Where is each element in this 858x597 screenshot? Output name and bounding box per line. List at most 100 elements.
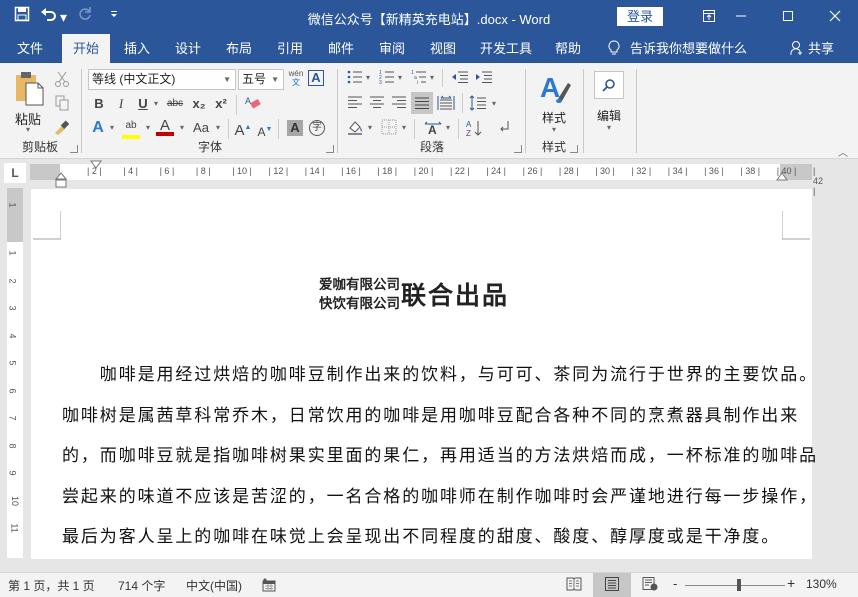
change-case-button[interactable]: Aa bbox=[190, 119, 212, 137]
increase-indent-icon[interactable] bbox=[474, 69, 494, 87]
ruler-number: 6 bbox=[7, 387, 18, 394]
format-painter-icon[interactable] bbox=[54, 119, 70, 137]
zoom-level[interactable]: 130% bbox=[806, 577, 837, 591]
text-effects-dropdown[interactable]: ▾ bbox=[108, 119, 116, 137]
paste-button[interactable]: 粘贴 ▾ bbox=[10, 69, 46, 134]
macro-recording-icon[interactable] bbox=[262, 578, 276, 595]
underline-button[interactable]: U bbox=[136, 95, 150, 113]
grow-font-button[interactable]: A▲ bbox=[234, 119, 252, 139]
body-paragraph: 咖啡是用经过烘焙的咖啡豆制作出来的饮料，与可可、茶同为流行于世界的主要饮品。 咖… bbox=[62, 355, 816, 558]
phonetic-guide-icon[interactable]: wén 文 bbox=[288, 69, 304, 87]
borders-dropdown[interactable]: ▾ bbox=[400, 119, 408, 137]
tab-design[interactable]: 设计 bbox=[164, 34, 212, 63]
highlight-label: ab bbox=[125, 120, 137, 131]
tab-file[interactable]: 文件 bbox=[6, 34, 54, 63]
decrease-indent-icon[interactable] bbox=[450, 69, 470, 87]
multilevel-list-icon[interactable]: 1ai bbox=[410, 69, 428, 87]
word-count[interactable]: 714 个字 bbox=[118, 577, 165, 594]
align-left-icon[interactable] bbox=[346, 95, 364, 113]
underline-dropdown[interactable]: ▾ bbox=[152, 95, 160, 113]
bold-button[interactable]: B bbox=[92, 95, 106, 113]
superscript-button[interactable]: x² bbox=[212, 95, 230, 113]
zoom-in-button[interactable]: + bbox=[787, 575, 795, 591]
clipboard-dialog-launcher[interactable] bbox=[70, 145, 78, 153]
shading-dropdown[interactable]: ▾ bbox=[366, 119, 374, 137]
login-button[interactable]: 登录 bbox=[617, 7, 663, 26]
shrink-font-button[interactable]: A▼ bbox=[256, 121, 274, 139]
highlight-dropdown[interactable]: ▾ bbox=[144, 119, 152, 137]
hanging-indent-marker[interactable] bbox=[55, 172, 67, 190]
tab-developer[interactable]: 开发工具 bbox=[475, 34, 537, 63]
font-color-button[interactable]: A bbox=[156, 117, 174, 136]
styles-dropdown-icon: ▾ bbox=[551, 125, 556, 134]
tab-mailings[interactable]: 邮件 bbox=[317, 34, 365, 63]
zoom-slider-track[interactable] bbox=[685, 585, 785, 586]
enclose-characters-button[interactable]: 字 bbox=[309, 120, 325, 136]
tab-insert[interactable]: 插入 bbox=[113, 34, 161, 63]
ruler-number: 9 bbox=[7, 470, 18, 476]
font-dialog-launcher[interactable] bbox=[326, 145, 334, 153]
language-indicator[interactable]: 中文(中国) bbox=[186, 577, 242, 594]
show-formatting-marks-icon[interactable] bbox=[496, 119, 514, 137]
tab-view[interactable]: 视图 bbox=[419, 34, 467, 63]
tab-selector[interactable]: L bbox=[4, 163, 26, 183]
share-button[interactable]: 共享 bbox=[790, 34, 834, 63]
multilevel-list-dropdown[interactable]: ▾ bbox=[428, 69, 436, 87]
paragraph-dialog-launcher[interactable] bbox=[514, 145, 522, 153]
tab-home[interactable]: 开始 bbox=[62, 34, 110, 63]
highlight-button[interactable]: ab bbox=[122, 117, 140, 139]
subscript-button[interactable]: x₂ bbox=[190, 95, 208, 113]
bullets-dropdown[interactable]: ▾ bbox=[364, 69, 372, 87]
font-name-combo[interactable]: 等线 (中文正文) ▼ bbox=[88, 69, 236, 90]
save-icon[interactable] bbox=[14, 6, 30, 27]
styles-dialog-launcher[interactable] bbox=[570, 145, 578, 153]
editing-button[interactable]: 编辑 ▾ bbox=[591, 69, 627, 133]
bullets-icon[interactable] bbox=[346, 69, 364, 87]
tab-layout[interactable]: 布局 bbox=[215, 34, 263, 63]
tab-help[interactable]: 帮助 bbox=[544, 34, 592, 63]
read-mode-icon[interactable] bbox=[566, 577, 582, 594]
zoom-slider-thumb[interactable] bbox=[736, 579, 741, 591]
numbering-icon[interactable]: 123 bbox=[378, 69, 396, 87]
close-button[interactable] bbox=[812, 0, 858, 34]
numbering-dropdown[interactable]: ▾ bbox=[396, 69, 404, 87]
align-center-icon[interactable] bbox=[368, 95, 386, 113]
document-page[interactable]: 爱咖有限公司 快饮有限公司 联合出品 咖啡是用经过烘焙的咖啡豆制作出来的饮料，与… bbox=[31, 189, 816, 559]
maximize-button[interactable] bbox=[765, 0, 811, 34]
vertical-ruler[interactable]: 1 1 2 3 4 5 6 7 8 9 10 11 bbox=[7, 188, 23, 558]
align-right-icon[interactable] bbox=[390, 95, 408, 113]
font-color-dropdown[interactable]: ▾ bbox=[178, 119, 186, 137]
distributed-icon[interactable] bbox=[436, 95, 456, 113]
borders-icon[interactable] bbox=[380, 119, 398, 137]
tell-me-search[interactable]: 告诉我你想要做什么 bbox=[608, 34, 747, 63]
change-case-dropdown[interactable]: ▾ bbox=[214, 119, 222, 137]
character-shading-button[interactable]: A bbox=[287, 120, 303, 136]
italic-button[interactable]: I bbox=[114, 95, 128, 113]
paragraph-group: ▾ 123 ▾ 1ai ▾ ▾ ▾ ▾ A ▾ A Z 段落 bbox=[340, 67, 524, 155]
tab-references[interactable]: 引用 bbox=[266, 34, 314, 63]
line-spacing-icon[interactable] bbox=[468, 95, 488, 113]
shading-icon[interactable] bbox=[346, 119, 366, 137]
strikethrough-button[interactable]: abc bbox=[164, 95, 186, 113]
justify-icon[interactable] bbox=[411, 92, 433, 114]
asian-layout-dropdown[interactable]: ▾ bbox=[444, 119, 452, 137]
character-border-icon[interactable]: A bbox=[308, 70, 324, 86]
font-size-combo[interactable]: 五号 ▼ bbox=[238, 69, 284, 90]
print-layout-icon[interactable] bbox=[593, 573, 631, 597]
customize-qat-icon[interactable] bbox=[109, 7, 119, 27]
asian-layout-icon[interactable]: A bbox=[422, 119, 444, 137]
undo-icon[interactable] bbox=[40, 6, 58, 27]
sort-icon[interactable]: AZ bbox=[464, 119, 484, 138]
page-count[interactable]: 第 1 页，共 1 页 bbox=[8, 577, 95, 594]
zoom-out-button[interactable]: - bbox=[673, 576, 677, 591]
clear-formatting-icon[interactable]: A bbox=[244, 95, 262, 113]
text-effects-button[interactable]: A bbox=[90, 119, 106, 137]
styles-button[interactable]: A 样式 ▾ bbox=[532, 69, 576, 134]
line-spacing-dropdown[interactable]: ▾ bbox=[490, 95, 498, 113]
horizontal-ruler[interactable]: | 2 | | 4 | | 6 | | 8 | | 10 | | 12 | | 14 | | … bbox=[30, 160, 823, 196]
collapse-ribbon-icon[interactable]: ︿ bbox=[836, 145, 850, 163]
minimize-button[interactable] bbox=[718, 0, 764, 34]
undo-dropdown[interactable]: ▾ bbox=[60, 7, 67, 27]
web-layout-icon[interactable] bbox=[642, 577, 658, 594]
tab-review[interactable]: 审阅 bbox=[368, 34, 416, 63]
